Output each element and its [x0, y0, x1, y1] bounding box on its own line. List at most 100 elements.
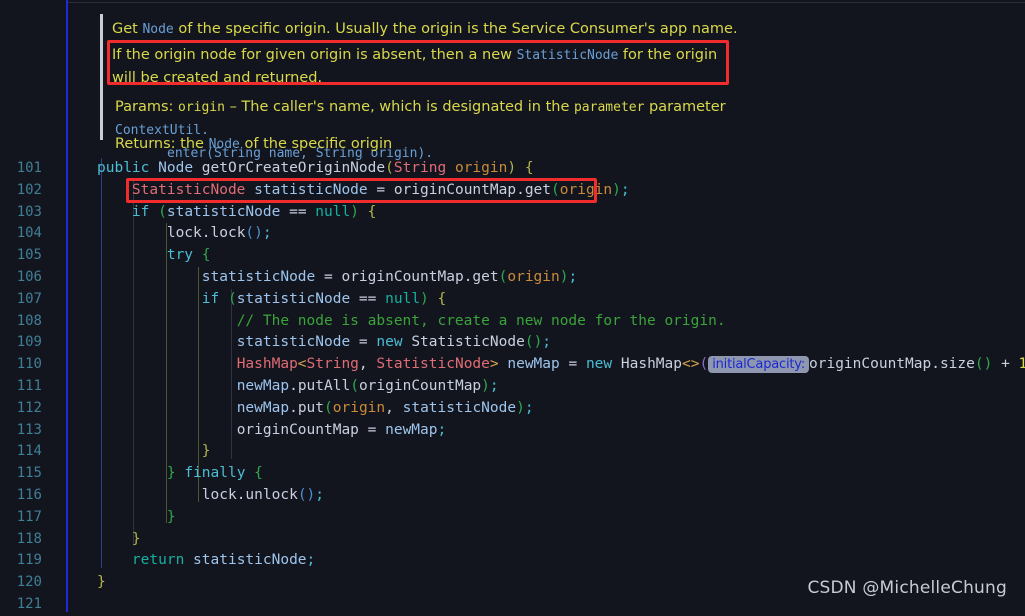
- code-token: <: [297, 356, 307, 373]
- doc-summary-pre: Get: [112, 21, 143, 37]
- doc-quote-bar: [100, 14, 103, 140]
- code-token: // The node is absent, create a new node…: [236, 312, 726, 329]
- doc-highlighted-paragraph: If the origin node for given origin is a…: [112, 44, 730, 89]
- line-number: 104: [16, 225, 42, 242]
- code-line[interactable]: 104 lock.lock();: [0, 223, 1025, 245]
- code-token: ;: [315, 486, 325, 503]
- code-line[interactable]: 118 }: [0, 529, 1025, 551]
- line-number: 117: [16, 508, 42, 525]
- top-divider: [68, 2, 1025, 3]
- code-line[interactable]: 109 statisticNode = new StatisticNode();: [0, 332, 1025, 354]
- doc-returns-code: Node: [208, 137, 240, 152]
- code-token: public: [97, 160, 150, 176]
- line-number: 113: [16, 421, 42, 438]
- code-line[interactable]: 101 public Node getOrCreateOriginNode(Str…: [0, 158, 1025, 180]
- doc-summary-code: Node: [142, 22, 174, 37]
- code-token: getOrCreateOriginNode: [201, 160, 386, 176]
- code-token: (: [297, 486, 307, 503]
- code-line-text: HashMap<String, StatisticNode> newMap = …: [97, 354, 1025, 376]
- line-number: 106: [16, 268, 42, 285]
- code-line-text: return statisticNode;: [97, 550, 315, 572]
- code-token: new: [376, 334, 403, 351]
- code-line[interactable]: 116 lock.unlock();: [0, 485, 1025, 507]
- code-line[interactable]: 103 if (statisticNode == null) {: [0, 202, 1025, 224]
- code-token: }: [166, 508, 176, 525]
- code-token: {: [437, 290, 447, 307]
- code-token: put: [297, 399, 325, 416]
- code-token: statisticNode: [201, 268, 316, 285]
- code-token: (: [699, 356, 709, 373]
- code-line[interactable]: 117 }: [0, 507, 1025, 529]
- code-token: <>: [682, 356, 700, 373]
- doc-highlight-code: StatisticNode: [516, 48, 619, 63]
- code-token: originCountMap: [393, 181, 517, 198]
- watermark: CSDN @MichelleChung: [807, 578, 1007, 598]
- code-line[interactable]: 112 newMap.put(origin, statisticNode);: [0, 398, 1025, 420]
- code-token: }: [131, 530, 141, 547]
- code-token: String: [393, 160, 447, 176]
- code-line[interactable]: 113 originCountMap = newMap;: [0, 420, 1025, 442]
- code-token: null: [315, 203, 351, 220]
- doc-params-label: Params:: [115, 99, 174, 115]
- code-token: origin: [446, 160, 508, 176]
- code-line-text: if (statisticNode == null) {: [97, 202, 376, 224]
- code-token: ==: [350, 290, 386, 307]
- code-token: if: [131, 203, 150, 220]
- code-token: get: [472, 268, 499, 285]
- code-line[interactable]: 102 StatisticNode statisticNode = origin…: [0, 180, 1025, 202]
- code-line[interactable]: 111 newMap.putAll(originCountMap);: [0, 376, 1025, 398]
- code-token: lock: [166, 225, 202, 242]
- code-token: null: [385, 290, 421, 307]
- code-line[interactable]: 115 } finally {: [0, 463, 1025, 485]
- code-token: newMap: [236, 399, 290, 416]
- code-token: statisticNode: [166, 203, 281, 220]
- code-token: size: [939, 356, 975, 373]
- doc-params-name: origin: [178, 100, 225, 115]
- code-line[interactable]: 110 HashMap<String, StatisticNode> newMa…: [0, 354, 1025, 376]
- code-line[interactable]: 108 // The node is absent, create a new …: [0, 311, 1025, 333]
- code-token: newMap: [507, 356, 560, 373]
- code-token: +: [992, 356, 1019, 373]
- code-token: HashMap: [236, 356, 298, 373]
- code-line-text: statisticNode = originCountMap.get(origi…: [97, 267, 577, 289]
- code-token: =: [367, 181, 394, 198]
- code-lines-container[interactable]: 101 public Node getOrCreateOriginNode(Str…: [0, 158, 1025, 612]
- line-number: 107: [16, 290, 42, 307]
- code-token: }: [201, 443, 211, 460]
- doc-summary-post: of the specific origin. Usually the orig…: [173, 21, 738, 37]
- doc-returns: Returns: the Node of the specific origin: [115, 133, 392, 156]
- code-line[interactable]: 107 if (statisticNode == null) {: [0, 289, 1025, 311]
- inline-parameter-hint[interactable]: initialCapacity:: [708, 356, 809, 374]
- code-token: (: [158, 203, 167, 220]
- code-token: originCountMap: [236, 421, 359, 438]
- code-token: originCountMap: [358, 377, 482, 394]
- code-line[interactable]: 105 try {: [0, 245, 1025, 267]
- code-line[interactable]: 114 }: [0, 441, 1025, 463]
- line-number: 101: [16, 160, 42, 176]
- line-number: 111: [16, 377, 42, 394]
- code-line[interactable]: 106 statisticNode = originCountMap.get(o…: [0, 267, 1025, 289]
- line-number: 118: [16, 530, 42, 547]
- code-token: String: [306, 356, 359, 373]
- code-line-text: newMap.putAll(originCountMap);: [97, 376, 499, 398]
- code-token: origin: [507, 268, 560, 285]
- code-line[interactable]: 119 return statisticNode;: [0, 550, 1025, 572]
- code-token: {: [254, 465, 263, 482]
- code-token: lock: [210, 225, 246, 242]
- doc-returns-post: of the specific origin: [239, 136, 393, 152]
- code-line-text: }: [97, 529, 141, 551]
- code-token: statisticNode: [402, 399, 517, 416]
